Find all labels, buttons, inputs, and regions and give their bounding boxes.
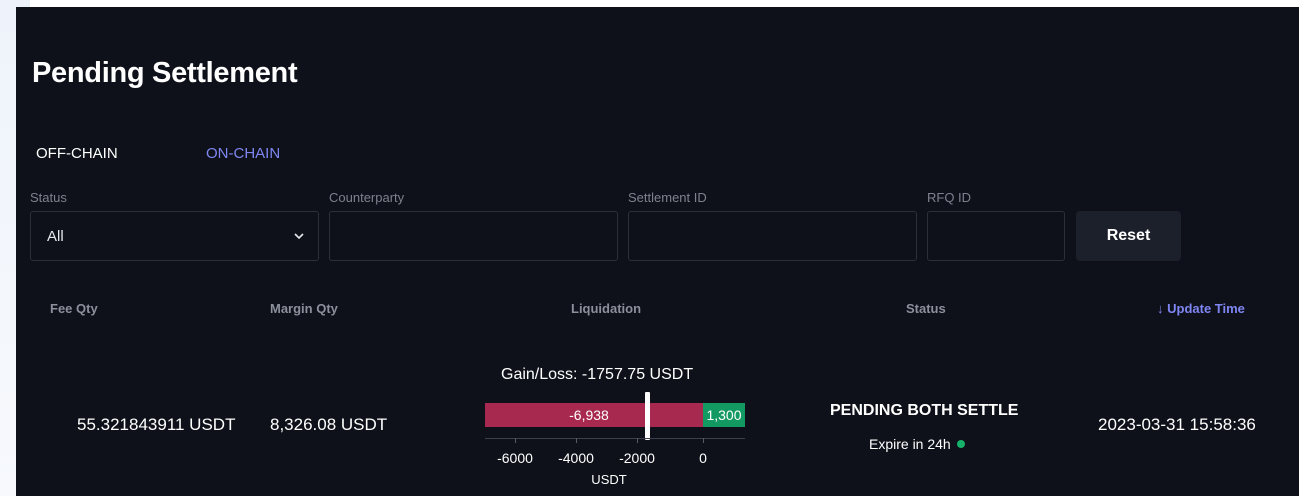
axis-unit-label: USDT [591, 472, 627, 487]
gain-loss-marker [645, 392, 650, 440]
gain-loss-label: Gain/Loss: -1757.75 USDT [501, 366, 694, 383]
expire-text: Expire in 24h [869, 436, 965, 452]
loss-bar: -6,938 [485, 403, 703, 427]
column-header-fee-qty: Fee Qty [50, 301, 98, 316]
counterparty-input[interactable] [330, 212, 617, 260]
axis-tick-label: -4000 [558, 450, 594, 466]
settlement-id-field-box [628, 211, 917, 261]
status-select[interactable]: All [30, 211, 319, 261]
status-dot-icon [956, 440, 965, 448]
reset-button[interactable]: Reset [1076, 211, 1181, 261]
settlement-id-input[interactable] [629, 212, 916, 260]
settlement-id-filter-label: Settlement ID [628, 190, 707, 205]
tab-off-chain[interactable]: OFF-CHAIN [36, 145, 118, 162]
tab-on-chain[interactable]: ON-CHAIN [206, 145, 280, 162]
axis-tick [576, 438, 577, 443]
counterparty-field-box [329, 211, 618, 261]
settlement-panel: Pending Settlement OFF-CHAIN ON-CHAIN St… [16, 7, 1299, 496]
chevron-down-icon [294, 233, 304, 240]
axis-tick-label: -2000 [619, 450, 655, 466]
axis-tick [703, 438, 704, 443]
expire-label: Expire in 24h [869, 436, 951, 452]
axis-tick-label: -6000 [497, 450, 533, 466]
status-filter-label: Status [30, 190, 67, 205]
axis-tick [637, 438, 638, 443]
liquidation-axis-line [485, 438, 745, 439]
rfq-id-filter-label: RFQ ID [927, 190, 972, 205]
fee-qty-cell: 55.321843911 USDT [77, 415, 236, 434]
counterparty-filter-label: Counterparty [329, 190, 405, 205]
status-text: PENDING BOTH SETTLE [830, 402, 1019, 419]
update-time-cell: 2023-03-31 15:58:36 [1098, 415, 1256, 434]
page-title: Pending Settlement [32, 57, 298, 89]
column-header-status: Status [906, 301, 946, 316]
column-header-margin-qty: Margin Qty [270, 301, 338, 316]
rfq-id-input[interactable] [928, 212, 1064, 260]
rfq-id-field-box [927, 211, 1065, 261]
margin-qty-cell: 8,326.08 USDT [270, 415, 388, 434]
axis-tick [515, 438, 516, 443]
gain-bar: 1,300 [703, 403, 745, 427]
axis-tick-label: 0 [699, 450, 707, 466]
column-header-liquidation: Liquidation [571, 301, 642, 316]
column-header-update-time-sort[interactable]: ↓ Update Time [1157, 301, 1245, 316]
status-select-value: All [47, 228, 64, 245]
